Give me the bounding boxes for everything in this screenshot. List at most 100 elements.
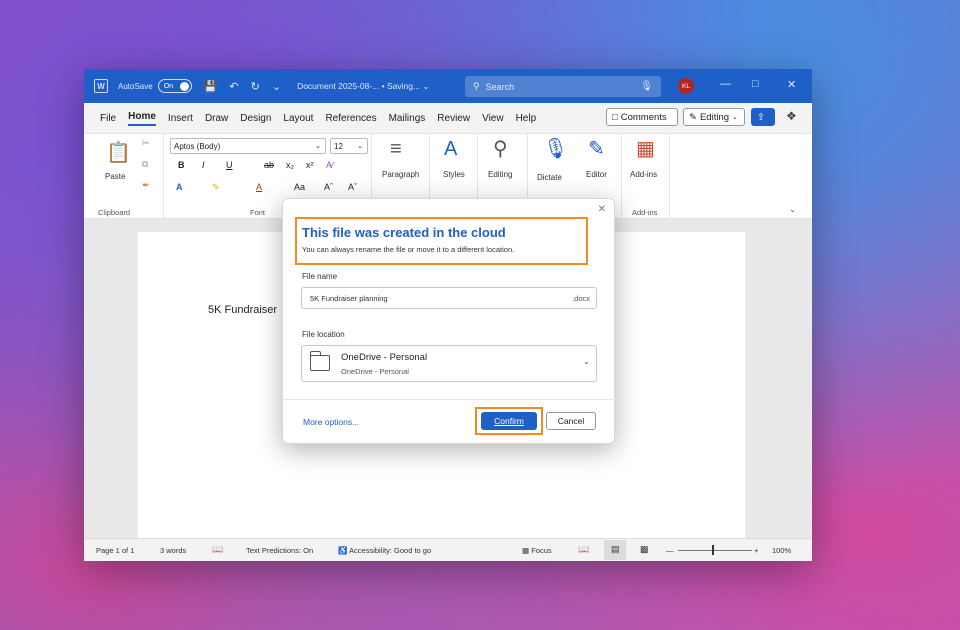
format-painter-icon[interactable]: ✒ <box>142 180 150 191</box>
addins-label[interactable]: Add-ins <box>630 170 657 179</box>
avatar[interactable]: KL <box>678 78 694 94</box>
editor-label: Editor <box>586 170 607 179</box>
clipboard-group: 📋 Paste ✂ ⧉ ✒ Clipboard <box>84 134 164 220</box>
change-case-icon[interactable]: Aa <box>294 182 305 192</box>
editing-mode-label: Editing <box>699 111 730 123</box>
zoom-out-icon[interactable]: — <box>666 546 674 555</box>
tab-mailings[interactable]: Mailings <box>389 113 426 124</box>
tab-design[interactable]: Design <box>240 113 271 124</box>
read-mode-icon[interactable]: 📖 <box>578 544 589 555</box>
file-name-field[interactable]: 5K Fundraiser planning .docx <box>301 287 597 309</box>
font-name-value: Aptos (Body) <box>174 141 221 151</box>
folder-icon <box>309 351 330 371</box>
styles-icon: A <box>444 138 458 160</box>
chevron-down-icon: ⌄ <box>583 357 590 366</box>
cancel-button[interactable]: Cancel <box>546 412 596 430</box>
minimize-icon[interactable]: — <box>720 78 731 90</box>
location-main: OneDrive - Personal <box>341 352 428 363</box>
font-name-select[interactable]: Aptos (Body) ⌄ <box>170 138 326 154</box>
paragraph-label: Paragraph <box>382 170 420 179</box>
paste-label[interactable]: Paste <box>105 172 125 181</box>
grow-font-icon[interactable]: Aˆ <box>324 182 333 192</box>
autosave-toggle[interactable]: On <box>157 79 192 93</box>
share-icon: ⇧ <box>757 111 765 123</box>
text-predictions[interactable]: Text Predictions: On <box>246 546 313 555</box>
clear-formatting-icon[interactable]: A∕ <box>326 160 334 170</box>
tab-view[interactable]: View <box>482 113 504 124</box>
dialog-title: This file was created in the cloud <box>302 225 506 240</box>
confirm-button[interactable]: Confirm <box>481 412 537 430</box>
underline-icon[interactable]: U <box>226 160 233 170</box>
more-options-link[interactable]: More options... <box>303 417 359 427</box>
location-sub: OneDrive - Personal <box>341 367 409 376</box>
find-icon: ⚲ <box>493 138 508 160</box>
tab-draw[interactable]: Draw <box>205 113 228 124</box>
word-count[interactable]: 3 words <box>160 546 186 555</box>
font-group-label: Font <box>250 208 266 217</box>
customize-quick-access-icon[interactable]: ⌄ <box>272 80 281 93</box>
page-count[interactable]: Page 1 of 1 <box>96 546 134 555</box>
editing-mode-button[interactable]: ✎ Editing ⌄ <box>683 108 745 126</box>
share-button[interactable]: ⇧ <box>751 108 775 126</box>
search-placeholder: Search <box>485 81 515 92</box>
document-title[interactable]: Document 2025-08-... • Saving... ⌄ <box>297 81 429 92</box>
zoom-in-icon[interactable]: + <box>754 546 758 555</box>
shrink-font-icon[interactable]: Aˇ <box>348 182 357 192</box>
text-effects-icon[interactable]: A <box>176 182 183 192</box>
focus-icon: ▦ <box>522 546 530 555</box>
zoom-slider[interactable] <box>678 550 752 551</box>
maximize-icon[interactable]: □ <box>752 78 759 90</box>
tab-layout[interactable]: Layout <box>283 113 313 124</box>
collapse-ribbon-icon[interactable]: ⌄ <box>789 205 796 214</box>
tab-home[interactable]: Home <box>128 111 156 126</box>
print-layout-icon[interactable]: ▤ <box>611 544 620 555</box>
tab-insert[interactable]: Insert <box>168 113 193 124</box>
accessibility-status[interactable]: ♿ Accessibility: Good to go <box>338 546 431 555</box>
dialog-subtitle: You can always rename the file or move i… <box>302 245 515 254</box>
dictate-label: Dictate <box>537 173 562 182</box>
file-location-select[interactable]: OneDrive - Personal OneDrive - Personal … <box>301 345 597 382</box>
autosave-state: On <box>163 82 174 90</box>
microphone-icon: 🎙 <box>543 138 569 160</box>
pencil-icon: ✎ <box>689 111 697 123</box>
tab-review[interactable]: Review <box>437 113 470 124</box>
editing-label: Editing <box>488 170 513 179</box>
font-color-icon[interactable]: A <box>256 182 262 192</box>
redo-icon[interactable]: ↻ <box>251 80 260 93</box>
document-body-text[interactable]: 5K Fundraiser <box>208 304 277 316</box>
save-dialog: ✕ This file was created in the cloud You… <box>282 198 616 444</box>
zoom-slider-thumb[interactable] <box>712 545 714 555</box>
tab-references[interactable]: References <box>325 113 376 124</box>
tab-help[interactable]: Help <box>516 113 537 124</box>
bold-icon[interactable]: B <box>178 160 185 170</box>
highlight-icon[interactable]: ✎ <box>212 182 220 193</box>
copy-icon[interactable]: ⧉ <box>142 159 148 170</box>
dialog-divider <box>283 399 616 400</box>
clipboard-group-label: Clipboard <box>98 208 131 217</box>
search-input[interactable]: ⚲ Search 🎙 <box>465 76 661 97</box>
font-size-select[interactable]: 12 ⌄ <box>330 138 368 154</box>
superscript-icon[interactable]: x² <box>306 160 314 170</box>
close-icon[interactable]: ✕ <box>598 204 606 215</box>
undo-icon[interactable]: ↶ <box>229 80 238 93</box>
comments-button[interactable]: □ Comments <box>606 108 678 126</box>
toggle-knob <box>179 82 189 91</box>
focus-mode[interactable]: ▦ Focus <box>522 546 552 555</box>
web-layout-icon[interactable]: ▩ <box>640 544 649 555</box>
chevron-down-icon: ⌄ <box>732 114 738 121</box>
subscript-icon[interactable]: x₂ <box>286 160 294 170</box>
save-icon[interactable]: 💾 <box>204 80 218 93</box>
strikethrough-icon[interactable]: ab <box>264 160 274 170</box>
proofing-icon[interactable]: 📖 <box>212 544 223 555</box>
copilot-icon[interactable]: ❖ <box>786 109 797 123</box>
addins-icon[interactable]: ▦ <box>636 136 655 161</box>
cut-icon[interactable]: ✂ <box>142 138 150 149</box>
zoom-level[interactable]: 100% <box>772 546 791 555</box>
addins-group-label: Add-ins <box>632 208 658 217</box>
paste-icon[interactable]: 📋 <box>106 140 131 165</box>
close-icon[interactable]: ✕ <box>787 78 796 91</box>
italic-icon[interactable]: I <box>202 160 205 170</box>
microphone-icon[interactable]: 🎙 <box>640 81 653 92</box>
paragraph-icon: ≡ <box>390 138 402 160</box>
tab-file[interactable]: File <box>100 113 116 124</box>
